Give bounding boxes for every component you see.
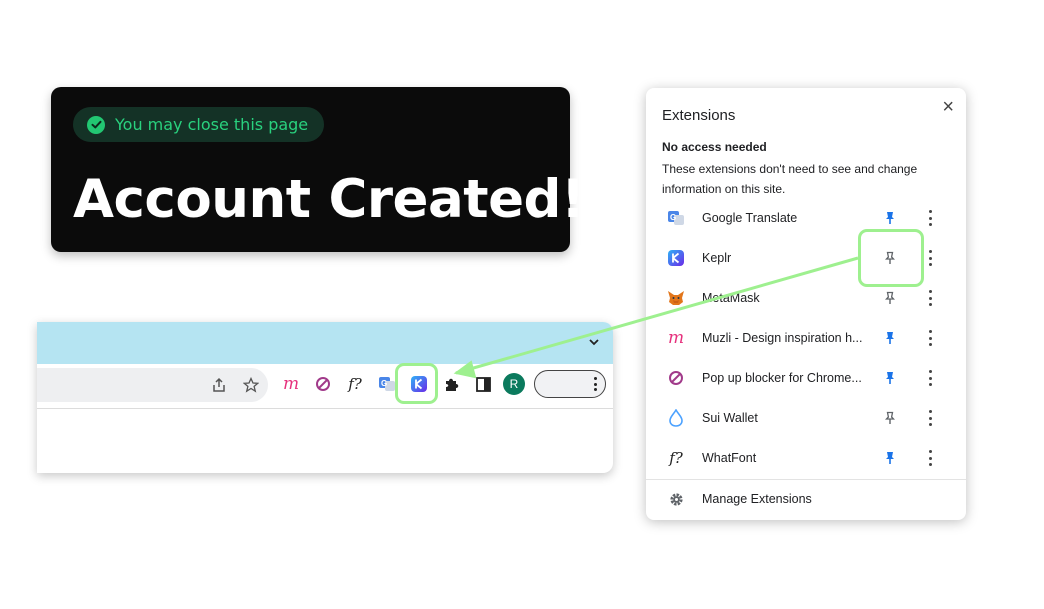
pin-icon[interactable] <box>882 210 898 226</box>
menu-dots-icon[interactable] <box>594 377 597 391</box>
metamask-fox-icon <box>667 289 685 307</box>
whatfont-icon[interactable]: f? <box>344 373 366 395</box>
popup-blocker-icon <box>667 369 685 387</box>
extension-name: Pop up blocker for Chrome... <box>702 371 862 385</box>
success-card: You may close this page Account Created! <box>51 87 585 252</box>
manage-extensions-label: Manage Extensions <box>702 492 812 506</box>
whatfont-icon: f? <box>669 449 683 467</box>
section-title: No access needed <box>662 140 767 154</box>
section-description: These extensions don't need to see and c… <box>662 162 918 196</box>
extension-name: WhatFont <box>702 451 757 465</box>
page-title: Account Created! <box>73 169 585 230</box>
svg-text:G: G <box>670 213 676 222</box>
pin-icon[interactable] <box>882 370 898 386</box>
more-options-icon[interactable] <box>924 370 936 386</box>
extension-name: Sui Wallet <box>702 411 758 425</box>
pin-icon[interactable] <box>882 450 898 466</box>
sui-wallet-icon <box>667 409 685 427</box>
avatar[interactable]: R <box>503 373 525 395</box>
pin-icon[interactable] <box>882 330 898 346</box>
muzli-icon[interactable]: m <box>280 373 302 395</box>
keplr-toolbar-highlight <box>395 363 438 404</box>
extension-row-sui-wallet[interactable]: Sui Wallet <box>646 398 966 438</box>
manage-extensions-button[interactable]: Manage Extensions <box>646 486 966 512</box>
status-pill: You may close this page <box>73 107 325 142</box>
extension-row-whatfont[interactable]: f? WhatFont <box>646 438 966 478</box>
chevron-down-icon[interactable] <box>587 335 601 354</box>
browser-toolbar: m f? G R <box>37 363 613 409</box>
pin-outline-icon[interactable] <box>882 290 898 306</box>
svg-text:G: G <box>381 379 387 388</box>
extension-name: Keplr <box>702 251 732 265</box>
more-options-icon[interactable] <box>924 250 936 266</box>
keplr-pin-highlight <box>858 229 924 287</box>
popup-title: Extensions <box>662 107 736 124</box>
more-options-icon[interactable] <box>924 330 936 346</box>
browser-window: m f? G R <box>37 322 613 473</box>
profile-pill[interactable] <box>534 370 606 398</box>
tab-strip <box>37 322 613 364</box>
popup-blocker-icon[interactable] <box>312 373 334 395</box>
sidebar-icon[interactable] <box>472 373 494 395</box>
pin-outline-icon[interactable] <box>882 410 898 426</box>
share-icon[interactable] <box>208 374 230 396</box>
muzli-icon: m <box>667 328 685 348</box>
more-options-icon[interactable] <box>924 210 936 226</box>
extensions-puzzle-icon[interactable] <box>440 373 462 395</box>
extension-row-popup-blocker[interactable]: Pop up blocker for Chrome... <box>646 358 966 398</box>
extensions-popup: Extensions × No access needed These exte… <box>646 88 966 520</box>
close-icon[interactable]: × <box>942 96 954 119</box>
check-circle-icon <box>87 115 105 134</box>
divider <box>646 479 966 480</box>
extension-row-muzli[interactable]: m Muzli - Design inspiration h... <box>646 318 966 358</box>
more-options-icon[interactable] <box>924 290 936 306</box>
keplr-icon <box>667 249 685 267</box>
extension-name: Google Translate <box>702 211 798 225</box>
more-options-icon[interactable] <box>924 410 936 426</box>
status-pill-text: You may close this page <box>115 115 309 134</box>
google-translate-icon: G <box>667 209 685 227</box>
star-icon[interactable] <box>240 374 262 396</box>
extension-name: MetaMask <box>702 291 760 305</box>
extension-name: Muzli - Design inspiration h... <box>702 331 863 345</box>
gear-icon <box>667 490 685 508</box>
more-options-icon[interactable] <box>924 450 936 466</box>
address-bar[interactable] <box>37 368 268 402</box>
